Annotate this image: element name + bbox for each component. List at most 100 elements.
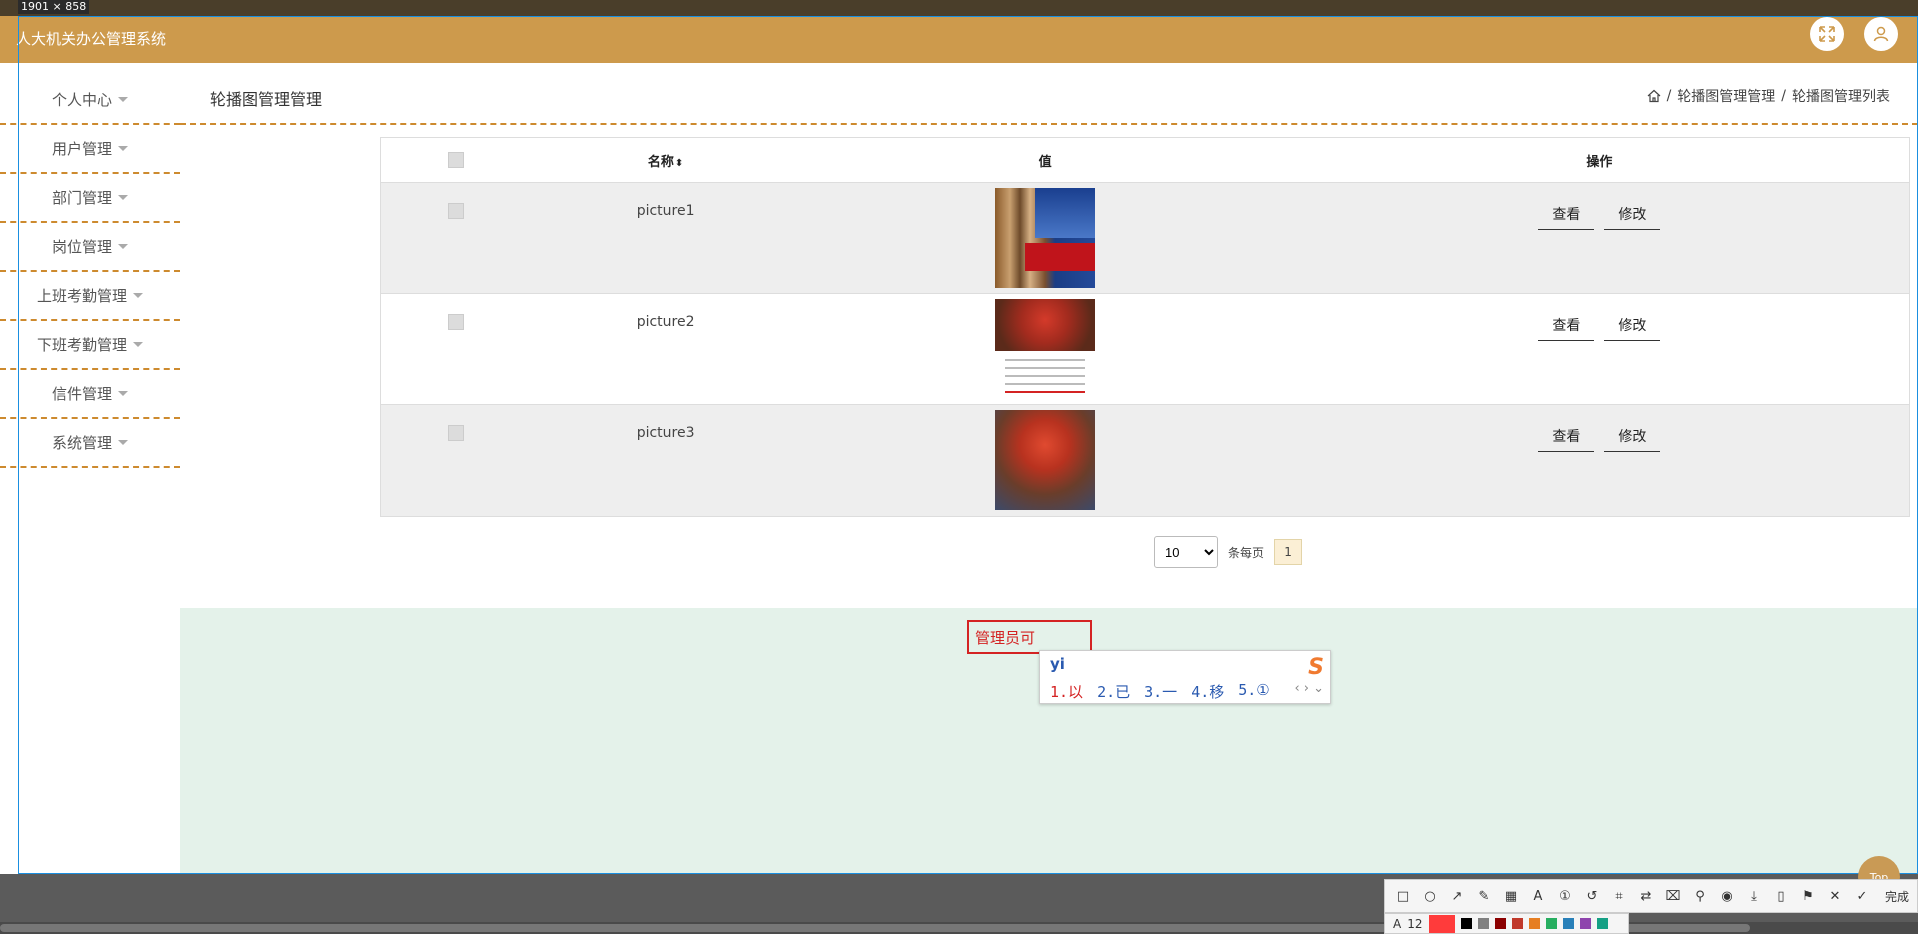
sort-icon[interactable]: ⬍ — [675, 158, 683, 169]
breadcrumb-separator: / — [1666, 88, 1672, 104]
edit-button[interactable]: 修改 — [1604, 420, 1661, 452]
select-all-checkbox[interactable] — [447, 152, 464, 168]
fullscreen-button[interactable] — [1810, 17, 1844, 51]
sidebar-item-label: 用户管理 — [51, 140, 112, 158]
sidebar-item-system[interactable]: 系统管理 — [0, 419, 180, 468]
page-header: 轮播图管理管理 / 轮播图管理管理 / 轮播图管理列表 — [180, 63, 1918, 125]
pagination: 10 条每页 1 — [1154, 536, 1303, 568]
color-swatch[interactable] — [1545, 918, 1557, 929]
page-size-select[interactable]: 10 — [1154, 536, 1218, 568]
undo-icon[interactable]: ↺ — [1584, 888, 1600, 904]
row-checkbox[interactable] — [447, 425, 464, 441]
chevron-down-icon — [118, 391, 128, 396]
sidebar-item-label: 系统管理 — [51, 434, 112, 452]
carousel-image — [995, 188, 1096, 288]
mosaic-icon[interactable]: ▦ — [1503, 888, 1519, 904]
ime-candidate[interactable]: 3.一 — [1144, 681, 1177, 702]
ocr-icon[interactable]: ⌗ — [1611, 888, 1627, 904]
circle-icon[interactable]: ○ — [1422, 888, 1438, 904]
done-button[interactable]: 完成 — [1885, 888, 1909, 905]
sidebar: 个人中心 用户管理 部门管理 岗位管理 上班考勤管理 下班考勤管理 信件管理 系… — [0, 63, 180, 873]
number-icon[interactable]: ① — [1557, 888, 1573, 904]
carousel-image — [995, 410, 1096, 510]
color-swatch[interactable] — [1477, 918, 1489, 929]
chevron-down-icon — [118, 195, 128, 200]
rectangle-icon[interactable]: □ — [1395, 888, 1411, 904]
app-header: 人大机关办公管理系统 — [0, 16, 1918, 63]
column-header-name[interactable]: 名称⬍ — [531, 151, 801, 170]
cell-name: picture2 — [636, 314, 695, 330]
arrow-icon[interactable]: ↗ — [1449, 888, 1465, 904]
sogou-icon: S — [1308, 655, 1324, 680]
page-title: 轮播图管理管理 — [210, 90, 323, 109]
color-swatch[interactable] — [1579, 918, 1591, 929]
edit-button[interactable]: 修改 — [1604, 198, 1661, 230]
pen-icon[interactable]: ✎ — [1476, 888, 1492, 904]
color-swatch[interactable] — [1528, 918, 1540, 929]
sidebar-item-checkin[interactable]: 上班考勤管理 — [0, 272, 180, 321]
crop-icon[interactable]: ⌧ — [1665, 888, 1681, 904]
sidebar-item-letters[interactable]: 信件管理 — [0, 370, 180, 419]
text-annotation-box[interactable]: 管理员可 — [967, 620, 1092, 654]
phone-icon[interactable]: ▯ — [1773, 888, 1789, 904]
cell-name: picture3 — [636, 425, 695, 441]
per-page-label: 条每页 — [1228, 545, 1265, 560]
ime-input: yi — [1050, 655, 1065, 673]
color-swatch[interactable] — [1596, 918, 1608, 929]
color-swatch[interactable] — [1511, 918, 1523, 929]
sidebar-item-checkout[interactable]: 下班考勤管理 — [0, 321, 180, 370]
pin-icon[interactable]: ⚲ — [1692, 888, 1708, 904]
home-icon[interactable] — [1647, 89, 1661, 103]
page-number[interactable]: 1 — [1274, 539, 1303, 565]
check-icon[interactable]: ✓ — [1854, 888, 1870, 904]
font-size-select[interactable]: 12 — [1407, 917, 1422, 931]
cell-name: picture1 — [636, 203, 695, 219]
column-header-actions: 操作 — [1586, 154, 1613, 170]
current-color-swatch[interactable] — [1428, 914, 1455, 933]
sidebar-item-users[interactable]: 用户管理 — [0, 125, 180, 174]
color-swatch[interactable] — [1460, 918, 1472, 929]
color-swatch[interactable] — [1562, 918, 1574, 929]
close-icon[interactable]: ✕ — [1827, 888, 1843, 904]
footer-area: 管理员可 yi S 1.以 2.已 3.一 4.移 5.① ‹ › ⌄ — [180, 608, 1918, 873]
row-checkbox[interactable] — [447, 314, 464, 330]
app-title: 人大机关办公管理系统 — [16, 30, 167, 48]
ime-candidate[interactable]: 2.已 — [1097, 681, 1130, 702]
column-header-value: 值 — [1038, 154, 1052, 170]
sidebar-item-positions[interactable]: 岗位管理 — [0, 223, 180, 272]
edit-button[interactable]: 修改 — [1604, 309, 1661, 341]
ime-nav-icon[interactable]: ‹ › ⌄ — [1294, 681, 1324, 696]
view-button[interactable]: 查看 — [1538, 420, 1595, 452]
view-button[interactable]: 查看 — [1538, 309, 1595, 341]
chevron-down-icon — [118, 244, 128, 249]
breadcrumb-item[interactable]: 轮播图管理管理 — [1677, 86, 1775, 106]
chevron-down-icon — [118, 440, 128, 445]
sidebar-item-label: 部门管理 — [51, 189, 112, 207]
ime-candidate[interactable]: 1.以 — [1050, 681, 1083, 702]
ime-candidates: 1.以 2.已 3.一 4.移 5.① — [1050, 681, 1270, 702]
sidebar-item-personal-center[interactable]: 个人中心 — [0, 76, 180, 125]
table-row: picture2 查看 修改 — [381, 294, 1909, 405]
table-row: picture1 查看 修改 — [381, 183, 1909, 294]
table-header: 名称⬍ 值 操作 — [381, 138, 1909, 183]
download-icon[interactable]: ⤓ — [1746, 888, 1762, 904]
text-icon[interactable]: A — [1530, 888, 1546, 904]
sidebar-item-label: 上班考勤管理 — [36, 287, 127, 305]
ime-candidate[interactable]: 5.① — [1238, 681, 1270, 702]
breadcrumb-separator: / — [1781, 88, 1786, 104]
ime-candidate[interactable]: 4.移 — [1191, 681, 1224, 702]
sidebar-item-departments[interactable]: 部门管理 — [0, 174, 180, 223]
translate-icon[interactable]: ⇄ — [1638, 888, 1654, 904]
user-button[interactable] — [1864, 17, 1898, 51]
carousel-image — [995, 299, 1096, 399]
user-icon — [1873, 26, 1889, 42]
table-row: picture3 查看 修改 — [381, 405, 1909, 516]
expand-icon — [1819, 26, 1835, 42]
chevron-down-icon — [133, 293, 143, 298]
view-button[interactable]: 查看 — [1538, 198, 1595, 230]
row-checkbox[interactable] — [447, 203, 464, 219]
bookmark-icon[interactable]: ⚑ — [1800, 888, 1816, 904]
sidebar-item-label: 下班考勤管理 — [36, 336, 127, 354]
record-icon[interactable]: ◉ — [1719, 888, 1735, 904]
color-swatch[interactable] — [1494, 918, 1506, 929]
